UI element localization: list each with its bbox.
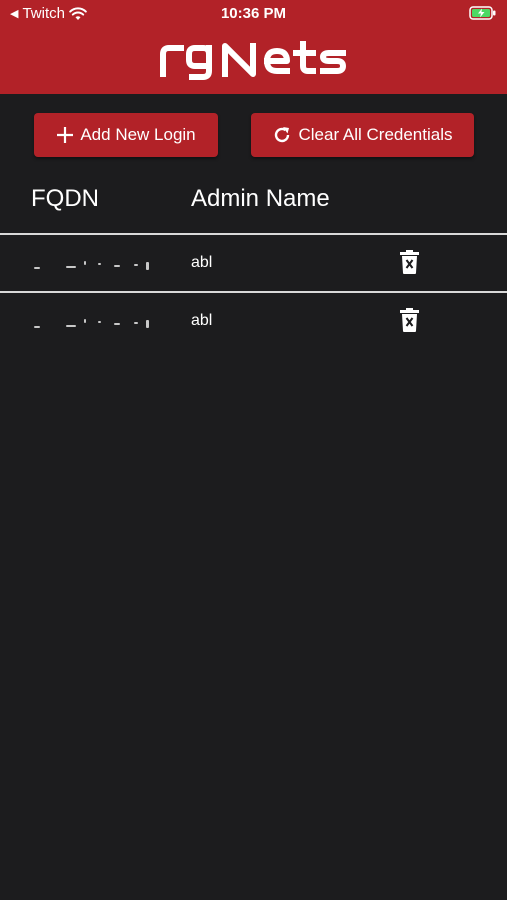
clear-all-credentials-button[interactable]: Clear All Credentials: [251, 113, 474, 157]
trash-icon[interactable]: [400, 308, 419, 332]
admin-name-value: abl: [191, 312, 213, 329]
battery-charging-icon: [469, 6, 497, 24]
status-bar: ◀ Twitch 10:36 PM: [0, 0, 507, 28]
table-row[interactable]: abl: [0, 293, 507, 349]
rgnets-logo: [0, 38, 507, 82]
clear-all-credentials-label: Clear All Credentials: [298, 125, 453, 144]
column-header-admin-name: Admin Name: [191, 185, 330, 212]
add-new-login-label: Add New Login: [80, 125, 196, 144]
fqdn-value-redacted: [34, 261, 152, 273]
plus-icon: [57, 127, 74, 143]
column-header-fqdn: FQDN: [31, 185, 99, 212]
app-header: ◀ Twitch 10:36 PM: [0, 0, 507, 94]
table-row[interactable]: abl: [0, 235, 507, 291]
admin-name-value: abl: [191, 254, 213, 271]
add-new-login-button[interactable]: Add New Login: [34, 113, 218, 157]
trash-icon[interactable]: [400, 250, 419, 274]
refresh-icon: [275, 127, 290, 143]
fqdn-value-redacted: [34, 319, 152, 331]
status-time: 10:36 PM: [220, 5, 287, 22]
